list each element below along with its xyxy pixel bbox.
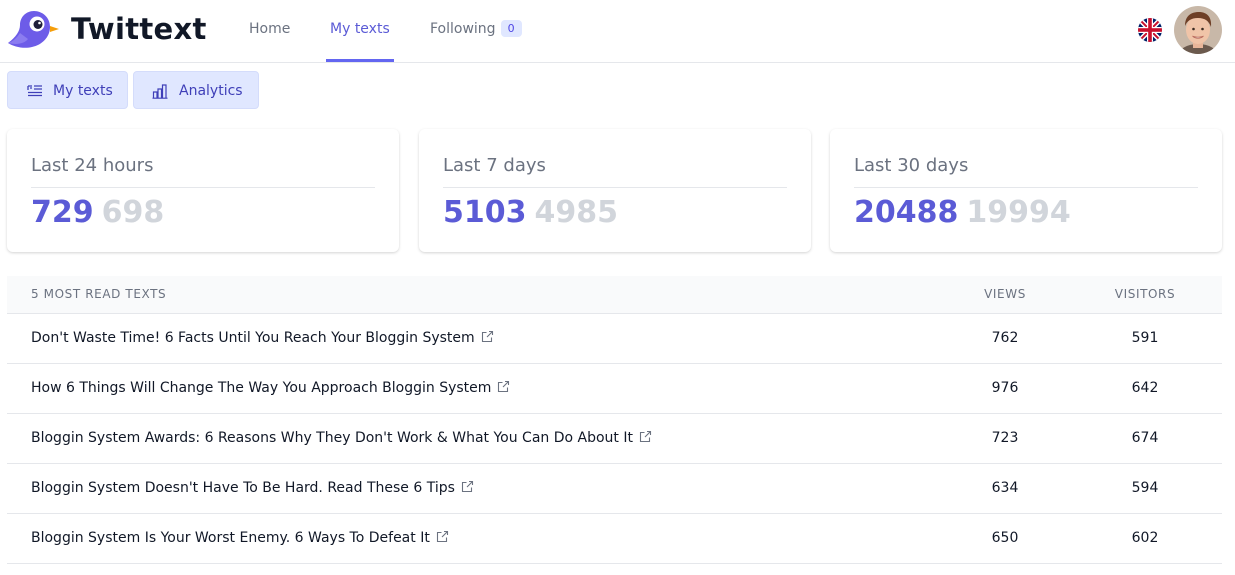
stat-card-7d: Last 7 days 5103 4985 [419,129,811,252]
avatar-portrait-icon [1174,6,1222,54]
column-header-title: 5 MOST READ TEXTS [31,287,167,301]
views-count: 634 [991,480,1019,496]
table-row: Bloggin System Awards: 6 Reasons Why The… [7,414,1222,464]
text-title-link[interactable]: Bloggin System Doesn't Have To Be Hard. … [31,480,474,496]
views-count: 762 [991,330,1019,346]
column-header-views: VIEWS [984,287,1026,301]
views-count: 723 [991,430,1019,446]
bird-logo-icon[interactable] [6,9,62,51]
table-row: Bloggin System Doesn't Have To Be Hard. … [7,464,1222,514]
external-link-icon [639,430,652,443]
text-title: How 6 Things Will Change The Way You App… [31,380,492,396]
top-navbar: Twittext Home My texts Following 0 [0,0,1235,63]
visitors-count: 602 [1131,530,1159,546]
text-list-icon [27,85,42,97]
stat-card-values: 5103 4985 [443,193,618,233]
text-title: Don't Waste Time! 6 Facts Until You Reac… [31,330,475,346]
column-header-visitors: VISITORS [1114,287,1176,301]
text-title: Bloggin System Is Your Worst Enemy. 6 Wa… [31,530,430,546]
stat-current-value: 20488 [854,195,959,230]
table-row: Don't Waste Time! 6 Facts Until You Reac… [7,314,1222,364]
visitors-count: 674 [1131,430,1159,446]
text-title-link[interactable]: Don't Waste Time! 6 Facts Until You Reac… [31,330,494,346]
external-link-icon [498,380,510,393]
stat-previous-value: 698 [101,195,165,230]
visitors-count: 642 [1131,380,1159,396]
stat-card-title: Last 30 days [854,155,969,176]
table-row: Bloggin System Is Your Worst Enemy. 6 Wa… [7,514,1222,564]
subtab-my-texts[interactable]: My texts [7,71,128,109]
following-count-badge: 0 [500,20,522,37]
external-link-icon [481,330,493,343]
uk-flag-icon [1138,18,1162,42]
nav-following[interactable]: Following 0 [430,0,522,62]
table-row: How 6 Things Will Change The Way You App… [7,364,1222,414]
views-count: 650 [991,530,1019,546]
stat-card-divider [31,187,375,188]
stat-current-value: 729 [31,195,94,230]
stat-previous-value: 19994 [966,195,1071,230]
subtab-analytics-label: Analytics [179,83,243,99]
external-link-icon [461,480,473,493]
nav-home[interactable]: Home [249,0,290,62]
stat-card-title: Last 24 hours [31,155,154,176]
stat-card-title: Last 7 days [443,155,546,176]
subtab-analytics[interactable]: Analytics [133,71,259,109]
text-title: Bloggin System Awards: 6 Reasons Why The… [31,430,633,446]
text-title-link[interactable]: How 6 Things Will Change The Way You App… [31,380,510,396]
stat-card-divider [854,187,1198,188]
bar-chart-icon [152,84,168,99]
views-count: 976 [991,380,1019,396]
stat-previous-value: 4985 [534,195,619,230]
user-avatar[interactable] [1174,6,1222,54]
brand-name[interactable]: Twittext [71,10,207,48]
stat-card-30d: Last 30 days 20488 19994 [830,129,1222,252]
stat-card-values: 20488 19994 [854,193,1071,233]
text-title-link[interactable]: Bloggin System Awards: 6 Reasons Why The… [31,430,652,446]
subtab-my-texts-label: My texts [53,83,113,99]
visitors-count: 594 [1131,480,1159,496]
nav-my-texts[interactable]: My texts [326,0,394,62]
external-link-icon [436,530,448,543]
stat-current-value: 5103 [443,195,527,230]
text-title-link[interactable]: Bloggin System Is Your Worst Enemy. 6 Wa… [31,530,449,546]
stat-card-24h: Last 24 hours 729 698 [7,129,399,252]
language-selector[interactable] [1138,18,1162,42]
stat-card-divider [443,187,787,188]
table-header: 5 MOST READ TEXTS VIEWS VISITORS [7,276,1222,314]
stat-card-values: 729 698 [31,193,164,233]
nav-following-label: Following [430,21,496,37]
most-read-texts-table: 5 MOST READ TEXTS VIEWS VISITORS Don't W… [7,276,1222,564]
visitors-count: 591 [1131,330,1159,346]
text-title: Bloggin System Doesn't Have To Be Hard. … [31,480,455,496]
